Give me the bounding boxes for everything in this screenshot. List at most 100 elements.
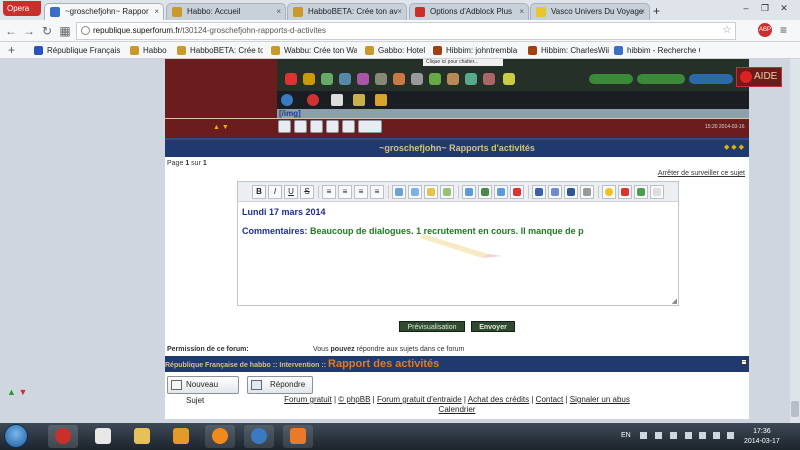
signal-icon[interactable] xyxy=(699,432,706,439)
bookmark-item[interactable]: Hibbim: johntrembla xyxy=(433,44,525,57)
opera-menu-button[interactable]: Opera xyxy=(3,1,41,16)
battery-icon[interactable] xyxy=(713,432,720,439)
footer-link[interactable]: © phpBB xyxy=(338,395,370,404)
skype-icon[interactable] xyxy=(342,120,355,133)
color-button[interactable] xyxy=(548,185,562,199)
tray-icon[interactable] xyxy=(640,432,647,439)
bookmark-item[interactable]: hibbim - Recherche G xyxy=(614,44,700,57)
bookmark-star-icon[interactable]: ☆ xyxy=(722,23,732,36)
tray-icon[interactable] xyxy=(655,432,662,439)
minimize-icon[interactable]: – xyxy=(738,2,754,14)
breadcrumb-current[interactable]: Rapport des activités xyxy=(328,358,439,370)
breadcrumb-category[interactable]: Intervention xyxy=(279,362,319,369)
link-button[interactable] xyxy=(478,185,492,199)
new-tab-button[interactable]: + xyxy=(653,4,660,18)
bookmark-item[interactable]: Habbo xyxy=(130,44,170,57)
taskbar-avast[interactable] xyxy=(205,425,235,448)
bookmark-item[interactable]: Hibbim: CharlesWii xyxy=(528,44,610,57)
close-tab-icon[interactable]: × xyxy=(397,4,402,19)
flag-icon[interactable] xyxy=(670,432,677,439)
footer-link[interactable]: Signaler un abus xyxy=(570,395,630,404)
calendar-link[interactable]: Calendrier xyxy=(439,405,476,414)
tray-icon[interactable] xyxy=(685,432,692,439)
bold-button[interactable]: B xyxy=(252,185,266,199)
unwatch-topic-link[interactable]: Arrêter de surveiller ce sujet xyxy=(658,170,745,177)
taskbar-explorer[interactable] xyxy=(127,425,157,448)
footer-link[interactable]: Forum gratuit xyxy=(284,395,332,404)
forward-icon[interactable]: → xyxy=(22,23,36,39)
back-icon[interactable]: ← xyxy=(4,23,18,39)
footer-link[interactable]: Forum gratuit d'entraide xyxy=(377,395,462,404)
taskbar-app[interactable] xyxy=(244,425,274,448)
add-bookmark-icon[interactable]: + xyxy=(8,43,15,57)
private-message-icon[interactable] xyxy=(294,120,307,133)
taskbar-email-client[interactable] xyxy=(283,425,313,448)
smiley-button[interactable] xyxy=(602,185,616,199)
tab-habbo-accueil[interactable]: Habbo: Accueil × xyxy=(166,3,286,20)
url-field[interactable]: republique.superforum.fr/t30124-groschef… xyxy=(76,22,736,40)
spoiler-button[interactable] xyxy=(424,185,438,199)
resize-handle-icon[interactable]: ◢ xyxy=(672,297,677,305)
send-button[interactable]: Envoyer xyxy=(471,321,515,332)
profile-icon[interactable] xyxy=(278,120,291,133)
date-button[interactable] xyxy=(618,185,632,199)
scroll-up-icon[interactable]: ▲ xyxy=(7,387,16,397)
source-mode-button[interactable] xyxy=(650,185,664,199)
image-button[interactable] xyxy=(462,185,476,199)
bookmark-item[interactable]: République Français xyxy=(34,44,120,57)
taskbar-media[interactable] xyxy=(166,425,196,448)
scrollbar-thumb[interactable] xyxy=(791,401,799,417)
font-button[interactable] xyxy=(564,185,578,199)
host-image-button[interactable] xyxy=(494,185,508,199)
taskbar-clock[interactable]: 17:36 2014-03-17 xyxy=(744,427,780,447)
quote-button[interactable] xyxy=(392,185,406,199)
help-button[interactable]: AIDE xyxy=(736,67,782,87)
preview-button[interactable]: Prévisualisation xyxy=(399,321,465,332)
footer-link[interactable]: Achat des crédits xyxy=(468,395,529,404)
scroll-arrows[interactable]: ▲ ▼ xyxy=(7,387,27,397)
italic-button[interactable]: I xyxy=(268,185,282,199)
scroll-arrows-icon[interactable]: ◆ ◆ ◆ xyxy=(724,143,744,151)
bookmark-item[interactable]: Wabbu: Crée ton Wa xyxy=(271,44,357,57)
hide-button[interactable] xyxy=(440,185,454,199)
close-window-icon[interactable]: ✕ xyxy=(776,2,792,14)
tab-habbobeta[interactable]: HabboBETA: Crée ton av × xyxy=(287,3,407,20)
align-center-button[interactable]: ≡ xyxy=(338,185,352,199)
taskbar-opera[interactable] xyxy=(48,425,78,448)
browser-menu-icon[interactable]: ≡ xyxy=(780,23,787,37)
restore-icon[interactable]: ❐ xyxy=(757,2,773,14)
tab-vasco[interactable]: Vasco Univers Du Voyage × xyxy=(530,3,650,20)
clear-format-button[interactable] xyxy=(580,185,594,199)
underline-button[interactable]: U xyxy=(284,185,298,199)
speed-dial-icon[interactable]: ▦ xyxy=(58,23,72,39)
youtube-button[interactable] xyxy=(510,185,524,199)
scroll-down-icon[interactable]: ▼ xyxy=(18,387,27,397)
footer-link[interactable]: Contact xyxy=(536,395,564,404)
language-indicator[interactable]: EN xyxy=(621,432,631,439)
justify-button[interactable]: ≡ xyxy=(370,185,384,199)
volume-icon[interactable] xyxy=(727,432,734,439)
other-button[interactable] xyxy=(634,185,648,199)
align-left-button[interactable]: ≡ xyxy=(322,185,336,199)
reply-editor[interactable]: B I U S ≡ ≡ ≡ ≡ Lundi 17 mars 2014 Comme… xyxy=(237,181,679,306)
reply-button[interactable]: Répondre xyxy=(247,376,313,394)
taskbar-mail[interactable] xyxy=(88,425,118,448)
tab-topic[interactable]: ~groschefjohn~ Rappor × xyxy=(44,3,164,20)
font-size-button[interactable] xyxy=(532,185,546,199)
adblock-plus-icon[interactable]: ABP xyxy=(758,23,772,37)
start-button-icon[interactable] xyxy=(4,424,28,448)
page-scrollbar[interactable] xyxy=(790,59,800,423)
reload-icon[interactable]: ↻ xyxy=(40,23,54,39)
close-tab-icon[interactable]: × xyxy=(154,4,159,19)
code-button[interactable] xyxy=(408,185,422,199)
bookmark-item[interactable]: Gabbo: Hotel xyxy=(365,44,431,57)
bookmark-item[interactable]: HabboBETA: Crée ton xyxy=(177,44,263,57)
tab-adblock-options[interactable]: Options d'Adblock Plus × xyxy=(409,3,529,20)
nav-arrows-icon[interactable]: ▲ ▼ xyxy=(213,124,229,131)
close-tab-icon[interactable]: × xyxy=(519,4,524,19)
close-tab-icon[interactable]: × xyxy=(640,4,645,19)
email-icon[interactable] xyxy=(310,120,323,133)
msn-icon[interactable] xyxy=(326,120,339,133)
close-tab-icon[interactable]: × xyxy=(276,4,281,19)
strikethrough-button[interactable]: S xyxy=(300,185,314,199)
